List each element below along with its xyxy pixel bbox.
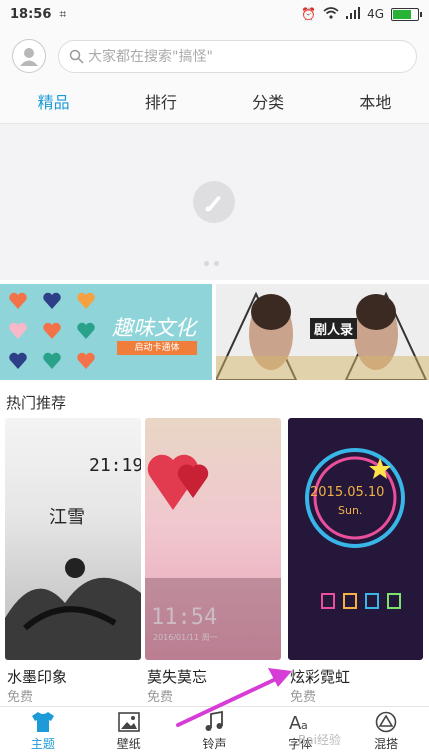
nav-label: 壁纸 — [116, 737, 141, 751]
theme-name[interactable]: 水墨印象 — [7, 666, 67, 687]
nav-wallpaper[interactable]: 壁纸 — [86, 707, 172, 756]
theme-name[interactable]: 莫失莫忘 — [147, 666, 207, 687]
theme-card-memory[interactable]: 11:54 2016/01/11 周一 — [145, 418, 281, 660]
heart-icon — [77, 292, 95, 309]
category-tabs: 精品 排行 分类 本地 — [0, 84, 429, 124]
search-input[interactable]: 大家都在搜索"搞怪" — [58, 39, 417, 73]
preview-caption: Sun. — [338, 504, 362, 517]
nav-label: 混搭 — [374, 737, 399, 751]
heart-icon — [9, 292, 27, 309]
screenshot-icon: ⌗ — [59, 6, 67, 21]
preview-caption: 江雪 — [49, 507, 85, 528]
search-placeholder: 大家都在搜索"搞怪" — [88, 49, 213, 65]
theme-card-ink[interactable]: 21:19 江雪 — [5, 418, 141, 660]
banner-carousel[interactable] — [0, 124, 429, 280]
theme-preview: 11:54 2016/01/11 周一 — [145, 454, 281, 660]
nav-label: 铃声 — [202, 737, 227, 751]
theme-price: 免费 — [7, 690, 34, 705]
nav-label: 主题 — [30, 737, 55, 751]
nav-ringtone[interactable]: 铃声 — [172, 707, 258, 756]
theme-preview: 21:19 江雪 — [5, 455, 141, 660]
avatar[interactable] — [12, 39, 46, 73]
tab-ranking[interactable]: 排行 — [107, 84, 214, 123]
theme-price: 免费 — [290, 690, 317, 705]
promo-subtitle: 启动卡通体 — [117, 341, 197, 355]
nav-theme[interactable]: 主题 — [0, 707, 86, 756]
wifi-icon — [323, 6, 339, 22]
theme-card-neon[interactable]: 2015.05.10 Sun. — [288, 418, 423, 660]
promo-card-portrait[interactable]: 剧人录 — [216, 284, 429, 380]
user-icon — [20, 48, 38, 66]
image-icon — [117, 712, 140, 732]
page: { "status_bar": { "time": "18:56", "netw… — [0, 0, 429, 756]
tab-featured[interactable]: 精品 — [0, 84, 107, 123]
nav-mix[interactable]: 混搭 — [343, 707, 429, 756]
theme-price: 免费 — [147, 690, 174, 705]
status-bar: 18:56 ⌗ ⏰ 4G — [0, 0, 429, 28]
promo-card-fun-font[interactable]: 趣味文化 启动卡通体 — [0, 284, 212, 380]
tab-local[interactable]: 本地 — [322, 84, 429, 123]
battery-icon — [391, 7, 422, 21]
heart-icon — [43, 352, 61, 369]
heart-icon — [77, 322, 95, 339]
heart-icon — [43, 292, 61, 309]
music-note-icon — [205, 711, 224, 731]
promo-title: 趣味文化 — [112, 316, 196, 340]
search-icon — [69, 49, 84, 64]
network-type: 4G — [367, 7, 384, 21]
heart-icon — [77, 352, 95, 369]
preview-date: 2015.05.10 — [310, 485, 384, 500]
section-title: 热门推荐 — [6, 394, 67, 412]
search-header: 大家都在搜索"搞怪" — [0, 28, 429, 84]
heart-icon — [9, 352, 27, 369]
tshirt-icon — [31, 712, 54, 732]
bottom-nav: 主题 壁纸 铃声 Aa 字体 混搭 — [0, 706, 429, 756]
watermark: Bai经验 — [298, 733, 341, 747]
status-time: 18:56 — [10, 6, 52, 22]
promo-title: 剧人录 — [310, 318, 358, 339]
mix-icon — [375, 711, 397, 733]
brush-icon — [193, 181, 235, 223]
heart-icon — [9, 322, 27, 339]
font-icon: Aa — [289, 713, 308, 733]
preview-clock: 21:19 — [89, 455, 141, 476]
carousel-dots — [204, 261, 219, 266]
signal-icon — [346, 6, 361, 22]
theme-preview: 2015.05.10 Sun. — [305, 448, 405, 609]
tab-category[interactable]: 分类 — [215, 84, 322, 123]
alarm-icon: ⏰ — [301, 7, 317, 21]
theme-name[interactable]: 炫彩霓虹 — [290, 666, 350, 687]
heart-icon — [43, 322, 61, 339]
